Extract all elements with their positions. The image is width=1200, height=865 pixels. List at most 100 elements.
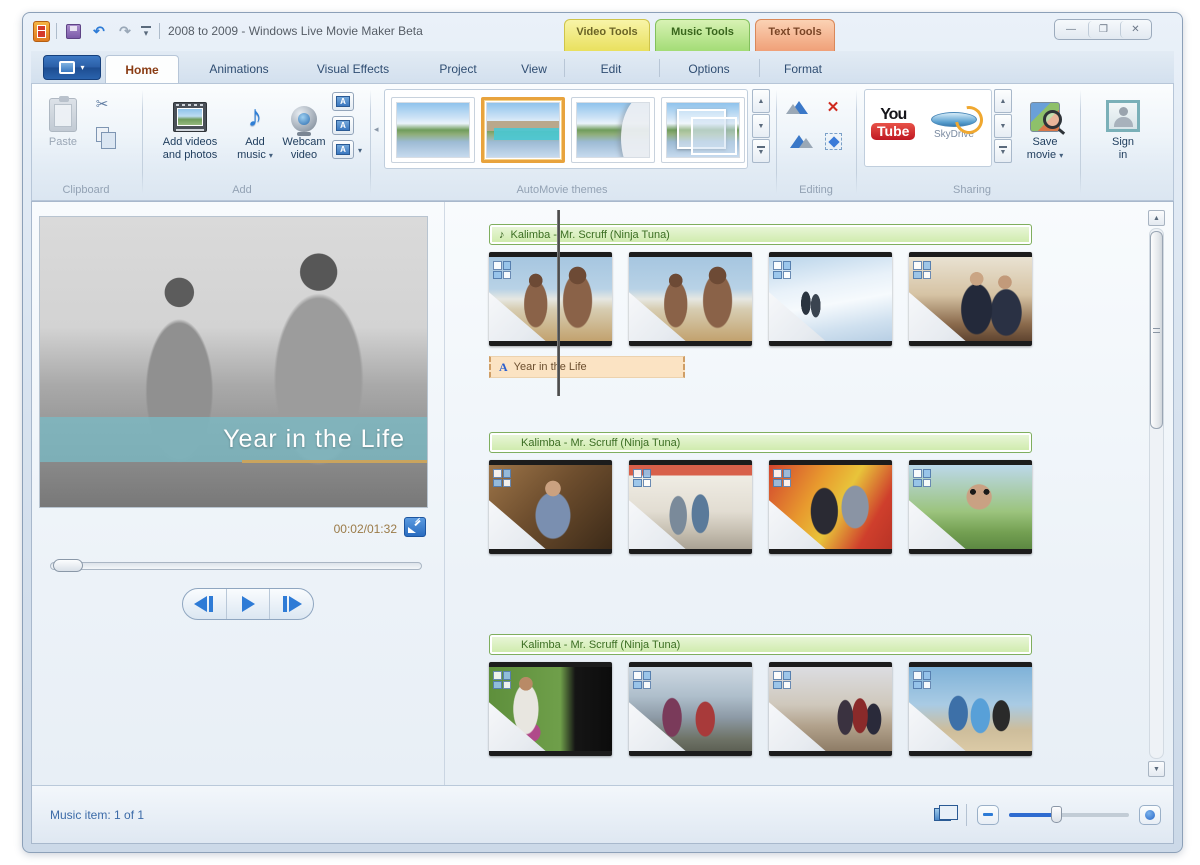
title-bar[interactable]: ↶ ↷ ▾ 2008 to 2009 - Windows Live Movie …: [23, 13, 1182, 51]
title-icon: A: [336, 96, 350, 107]
tab-format[interactable]: Format: [761, 55, 845, 83]
gallery-scroll-down-button[interactable]: ▼: [994, 114, 1012, 138]
tab-project[interactable]: Project: [415, 55, 501, 83]
thumbnail-size-button[interactable]: [928, 803, 956, 827]
youtube-logo: You: [871, 106, 915, 123]
zoom-in-button[interactable]: [1139, 805, 1161, 825]
storyboard-clip[interactable]: [489, 252, 612, 346]
playback-controls: [182, 588, 314, 620]
quick-access-toolbar: ↶ ↷ ▾: [33, 19, 151, 43]
customize-qat-button[interactable]: ▾: [141, 26, 151, 37]
gallery-scroll-left-icon[interactable]: ◂: [374, 124, 379, 135]
add-music-button[interactable]: ♪ Addmusic ▾: [232, 90, 278, 172]
storyboard-clip[interactable]: [769, 662, 892, 756]
gallery-scroll-down-button[interactable]: ▼: [752, 114, 770, 138]
storyboard-clip[interactable]: [909, 460, 1032, 554]
preview-monitor: Year in the Life: [40, 217, 427, 507]
redo-button[interactable]: ↷: [115, 21, 135, 41]
save-movie-button[interactable]: Savemovie ▾: [1018, 90, 1072, 172]
storyboard-clip[interactable]: [769, 460, 892, 554]
storyboard-clip[interactable]: [489, 460, 612, 554]
add-videos-photos-button[interactable]: Add videosand photos: [150, 90, 230, 172]
rotate-left-button[interactable]: [786, 94, 812, 120]
pan-zoom-icon: [773, 671, 791, 689]
seek-slider-thumb[interactable]: [53, 559, 83, 572]
tab-options[interactable]: Options: [661, 55, 757, 83]
select-all-button[interactable]: [820, 128, 846, 154]
tab-animations[interactable]: Animations: [187, 55, 291, 83]
sign-in-button[interactable]: Signin: [1096, 90, 1150, 172]
music-item-bar[interactable]: ♪ Kalimba - Mr. Scruff (Ninja Tuna): [489, 224, 1032, 245]
storyboard-clip[interactable]: [629, 252, 752, 346]
gallery-more-button[interactable]: ▼: [994, 139, 1012, 163]
app-logo-icon: [33, 21, 50, 42]
storyboard-clip[interactable]: [629, 662, 752, 756]
tab-edit[interactable]: Edit: [565, 55, 657, 83]
seek-slider[interactable]: [50, 562, 422, 570]
publish-youtube-button[interactable]: You Tube: [871, 106, 915, 140]
music-item-bar[interactable]: Kalimba - Mr. Scruff (Ninja Tuna): [489, 432, 1032, 453]
text-item-icon: A: [499, 360, 508, 375]
divider: [56, 23, 57, 39]
gallery-scroll-up-button[interactable]: ▲: [752, 89, 770, 113]
add-caption-button[interactable]: A: [332, 116, 354, 135]
previous-frame-button[interactable]: [183, 589, 226, 619]
webcam-video-button[interactable]: Webcamvideo: [280, 90, 328, 172]
pan-zoom-icon: [773, 469, 791, 487]
caption-icon: A: [336, 120, 350, 131]
scrollbar-track[interactable]: [1149, 228, 1164, 759]
copy-button[interactable]: [90, 122, 114, 146]
cut-button[interactable]: ✂: [90, 92, 114, 116]
scrollbar-thumb[interactable]: [1150, 231, 1163, 429]
storyboard-clip[interactable]: [909, 662, 1032, 756]
tab-visual-effects[interactable]: Visual Effects: [295, 55, 411, 83]
gallery-more-button[interactable]: ▼: [752, 139, 770, 163]
scroll-down-button[interactable]: ▼: [1148, 761, 1165, 777]
theme-thumbnail: [576, 102, 650, 158]
storyboard-clip[interactable]: [489, 662, 612, 756]
next-frame-icon: [283, 596, 287, 612]
close-button[interactable]: ✕: [1120, 21, 1150, 38]
tab-home[interactable]: Home: [105, 55, 179, 83]
storyboard-clip[interactable]: [769, 252, 892, 346]
fullscreen-preview-button[interactable]: [404, 517, 426, 537]
storyboard-clip[interactable]: [909, 252, 1032, 346]
remove-button[interactable]: ✕: [820, 94, 846, 120]
theme-default[interactable]: [391, 97, 475, 163]
tab-view[interactable]: View: [503, 55, 565, 83]
text-overlay-item[interactable]: A Year in the Life: [489, 356, 685, 378]
pan-zoom-icon: [913, 469, 931, 487]
scroll-up-button[interactable]: ▲: [1148, 210, 1165, 226]
undo-button[interactable]: ↶: [89, 21, 109, 41]
add-credits-button[interactable]: A: [332, 140, 354, 159]
divider: [966, 804, 967, 826]
gallery-scroll-up-button[interactable]: ▲: [994, 89, 1012, 113]
webcam-icon: [291, 106, 317, 132]
theme-selected[interactable]: [481, 97, 565, 163]
rotate-right-icon: [790, 135, 808, 148]
minimize-button[interactable]: —: [1056, 21, 1086, 38]
previous-frame-icon: [209, 596, 213, 612]
divider: [159, 23, 160, 39]
music-note-icon: ♪: [499, 229, 505, 241]
theme-pan[interactable]: [571, 97, 655, 163]
save-button[interactable]: [63, 21, 83, 41]
add-videos-icon: [173, 102, 207, 132]
rotate-right-button[interactable]: [786, 128, 812, 154]
music-item-bar[interactable]: Kalimba - Mr. Scruff (Ninja Tuna): [489, 634, 1032, 655]
playhead[interactable]: [557, 210, 560, 396]
play-button[interactable]: [226, 589, 270, 619]
chevron-down-icon[interactable]: ▾: [358, 146, 362, 155]
application-menu-button[interactable]: ▾: [43, 55, 101, 80]
theme-stack[interactable]: [661, 97, 745, 163]
contextual-group-music-tools: Music Tools: [655, 19, 750, 51]
zoom-slider-thumb[interactable]: [1051, 806, 1062, 823]
publish-skydrive-button[interactable]: SkyDrive: [931, 112, 977, 140]
next-frame-button[interactable]: [269, 589, 313, 619]
storyboard-clip[interactable]: [629, 460, 752, 554]
paste-button[interactable]: Paste: [42, 90, 84, 172]
add-title-button[interactable]: A: [332, 92, 354, 111]
zoom-slider[interactable]: [1009, 813, 1129, 817]
maximize-button[interactable]: ❐: [1088, 21, 1118, 38]
zoom-out-button[interactable]: [977, 805, 999, 825]
